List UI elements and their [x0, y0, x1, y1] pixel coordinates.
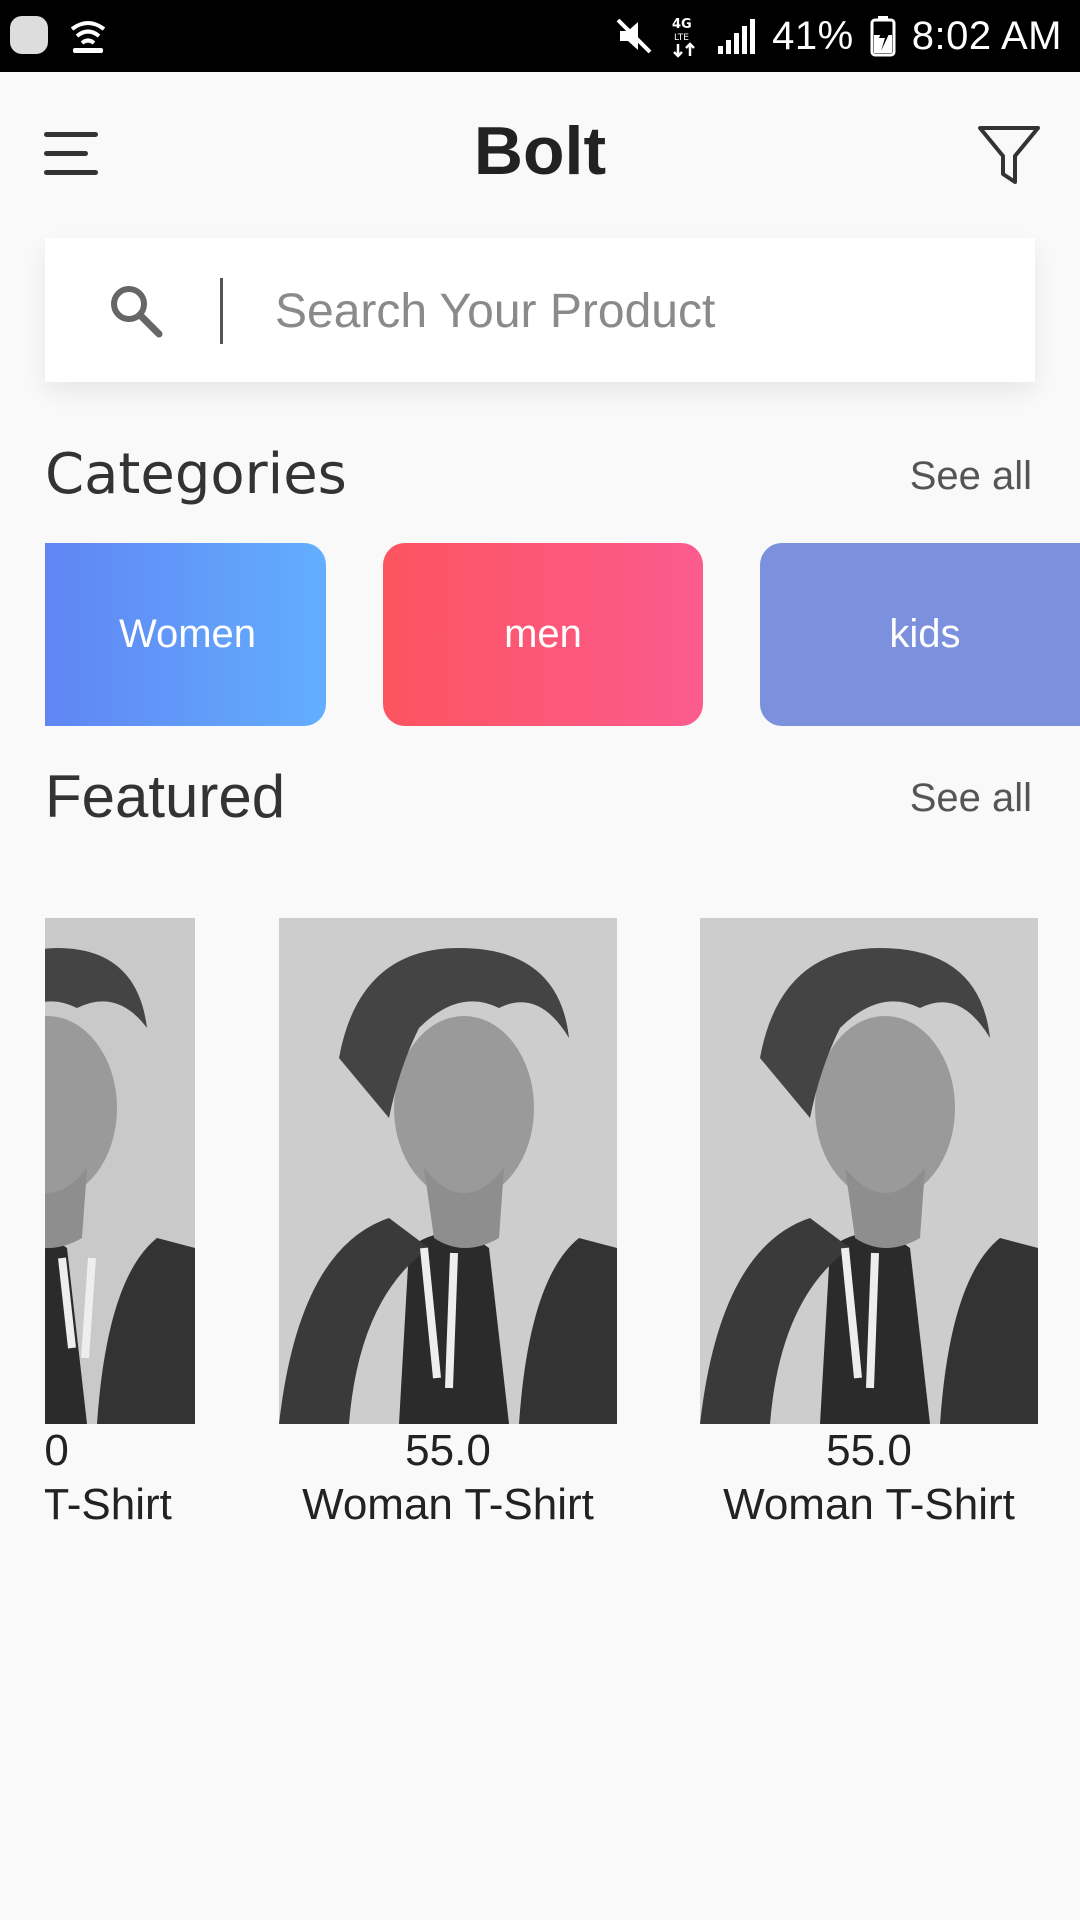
mute-icon: [616, 18, 652, 54]
4g-lte-icon: 4G LTE: [672, 17, 696, 58]
signal-icon: [718, 19, 756, 54]
status-bar: 4G LTE 41% 8:02 AM: [0, 0, 1080, 72]
category-chip-label: men: [504, 612, 582, 656]
categories-title: Categories: [45, 442, 347, 507]
clock: 8:02 AM: [911, 13, 1062, 58]
category-chip-men[interactable]: men: [383, 543, 703, 726]
categories-see-all-link[interactable]: See all: [910, 454, 1032, 499]
svg-text:LTE: LTE: [674, 33, 689, 43]
category-list: Women men kids: [45, 543, 1080, 726]
app-title: Bolt: [473, 113, 607, 189]
category-chip-women[interactable]: Women: [45, 543, 326, 726]
product-price: 55.0: [45, 1426, 69, 1475]
search-bar[interactable]: [45, 238, 1035, 382]
wifi-hotspot-icon: [70, 21, 106, 53]
search-divider: [220, 278, 223, 344]
app-bar: Bolt: [0, 72, 1080, 236]
battery-percentage: 41%: [772, 13, 854, 58]
product-name: Woman T-Shirt: [45, 1480, 172, 1529]
search-icon: [111, 286, 163, 338]
product-image: [279, 918, 617, 1424]
category-chip-kids[interactable]: kids: [760, 543, 1080, 726]
category-chip-label: Women: [118, 612, 257, 656]
filter-funnel-icon: [978, 126, 1040, 184]
status-right-icons: 4G LTE 41% 8:02 AM: [614, 0, 1062, 72]
status-left-icons: [8, 14, 108, 56]
featured-title: Featured: [45, 763, 286, 830]
category-chip-label: kids: [889, 612, 961, 656]
filter-button[interactable]: [974, 120, 1044, 190]
featured-see-all-link[interactable]: See all: [910, 776, 1032, 821]
search-input[interactable]: [273, 268, 997, 354]
product-price: 55.0: [826, 1426, 912, 1475]
product-name: Woman T-Shirt: [723, 1480, 1015, 1529]
product-image: [700, 918, 1038, 1424]
app-notification-icon: [10, 16, 48, 54]
svg-text:4G: 4G: [672, 17, 692, 32]
product-name: Woman T-Shirt: [302, 1480, 594, 1529]
battery-charging-icon: [870, 16, 896, 57]
product-image: [45, 918, 195, 1424]
featured-product-list: 55.0 Woman T-Shirt 55.0 Woman T-Shirt: [45, 918, 1080, 1538]
product-price: 55.0: [405, 1426, 491, 1475]
